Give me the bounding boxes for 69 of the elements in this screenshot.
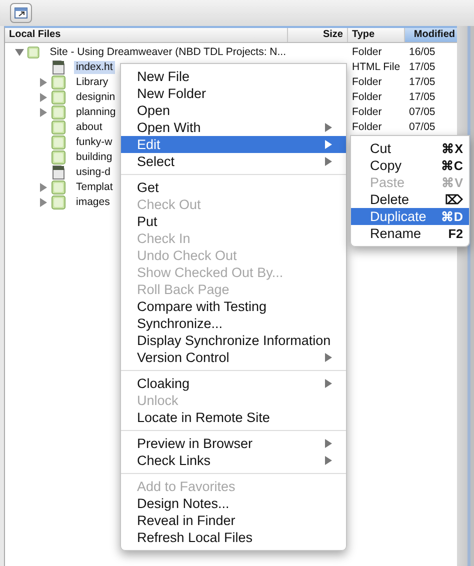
column-header[interactable]: Size <box>288 28 348 42</box>
modified-date: 17/05 <box>408 60 436 75</box>
file-name[interactable]: funky-w <box>74 136 114 149</box>
file-icon <box>51 165 66 180</box>
menu-item[interactable]: Delete ⌦ <box>351 191 469 208</box>
disclosure-triangle-icon[interactable] <box>38 108 48 117</box>
file-type: Folder <box>351 45 383 60</box>
menu-item[interactable]: Synchronize... <box>121 315 346 332</box>
file-type: Folder <box>351 105 383 120</box>
folder-icon <box>51 90 66 105</box>
menu-item[interactable]: New Folder <box>121 85 346 102</box>
file-name[interactable]: building <box>74 151 114 164</box>
disclosure-triangle-icon[interactable] <box>38 78 48 87</box>
menu-item[interactable]: Locate in Remote Site <box>121 409 346 426</box>
column-header[interactable]: Local Files <box>5 28 288 42</box>
menu-item[interactable]: Design Notes... <box>121 495 346 512</box>
disclosure-triangle-icon[interactable] <box>38 93 48 102</box>
menu-item[interactable]: Duplicate ⌘D <box>351 208 469 225</box>
menu-item[interactable]: Get <box>121 179 346 196</box>
menu-item[interactable]: Rename F2 <box>351 225 469 242</box>
folder-icon <box>51 135 66 150</box>
menu-item[interactable]: Reveal in Finder <box>121 512 346 529</box>
menu-item[interactable]: Cut ⌘X <box>351 140 469 157</box>
file-name[interactable]: using-d <box>74 166 112 179</box>
menu-item[interactable]: Cloaking <box>121 375 346 392</box>
file-icon <box>51 60 66 75</box>
modified-date: 17/05 <box>408 75 436 90</box>
file-name[interactable]: designin <box>74 91 118 104</box>
file-name[interactable]: planning <box>74 106 118 119</box>
menu-item[interactable]: Copy ⌘C <box>351 157 469 174</box>
folder-icon <box>27 45 40 60</box>
menu-item[interactable]: Refresh Local Files <box>121 529 346 546</box>
menu-item[interactable]: Check Links <box>121 452 346 469</box>
file-type: Folder <box>351 75 383 90</box>
menu-item[interactable]: Display Synchronize Information <box>121 332 346 349</box>
file-name[interactable]: images <box>74 196 112 209</box>
folder-icon <box>51 105 66 120</box>
menu-item[interactable]: Open <box>121 102 346 119</box>
menu-item[interactable]: Compare with Testing <box>121 298 346 315</box>
folder-icon <box>51 150 66 165</box>
menu-item[interactable]: New File <box>121 68 346 85</box>
modified-date: 07/05 <box>408 120 436 135</box>
menu-item[interactable]: Preview in Browser <box>121 435 346 452</box>
file-name[interactable]: about <box>74 121 104 134</box>
file-type: Folder <box>351 90 383 105</box>
file-type: HTML File <box>351 60 402 75</box>
file-name[interactable]: Site - Using Dreamweaver (NBD TDL Projects: N... <box>48 46 288 59</box>
disclosure-triangle-icon[interactable] <box>38 198 48 207</box>
disclosure-triangle-icon[interactable] <box>15 48 24 57</box>
menu-item[interactable]: Select <box>121 153 346 170</box>
folder-icon <box>51 195 66 210</box>
window-icon <box>14 7 28 19</box>
column-header[interactable]: Modified <box>405 28 457 42</box>
file-name[interactable]: index.ht <box>74 61 115 74</box>
menu-item[interactable]: Put <box>121 213 346 230</box>
disclosure-triangle-icon[interactable] <box>38 183 48 192</box>
modified-date: 16/05 <box>408 45 436 60</box>
file-type: Folder <box>351 120 383 135</box>
folder-icon <box>51 120 66 135</box>
modified-date: 07/05 <box>408 105 436 120</box>
expand-panel-button[interactable] <box>10 3 32 23</box>
menu-item[interactable]: Open With <box>121 119 346 136</box>
modified-date: 17/05 <box>408 90 436 105</box>
file-name[interactable]: Templat <box>74 181 115 194</box>
menu-item[interactable]: Edit <box>121 136 346 153</box>
menu-item[interactable]: Version Control <box>121 349 346 366</box>
folder-icon <box>51 75 66 90</box>
file-name[interactable]: Library <box>74 76 110 89</box>
folder-icon <box>51 180 66 195</box>
